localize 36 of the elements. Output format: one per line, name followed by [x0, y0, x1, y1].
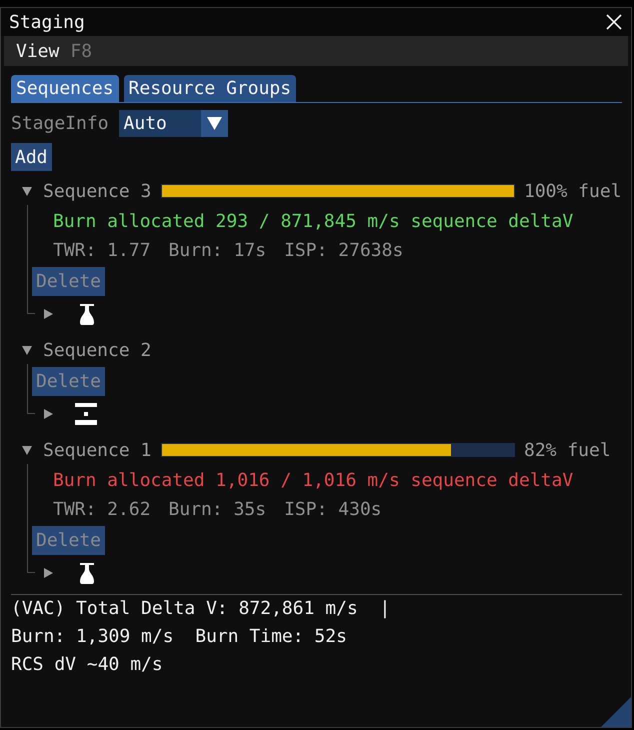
stat-text: TWR: 1.77: [53, 240, 151, 260]
stat-text: Burn: 35s: [168, 498, 266, 520]
summary-text: (VAC) Total Delta V: 872,861 m/s |: [11, 597, 392, 621]
caret-down-icon[interactable]: [22, 345, 32, 355]
fuel-reading: 82% fuel: [524, 440, 612, 460]
decoupler-icon: [75, 403, 97, 425]
tab[interactable]: Resource Groups: [124, 75, 296, 102]
stat-text: Burn: 17s: [168, 240, 266, 260]
stage-info-label: StageInfo: [11, 113, 109, 134]
tab[interactable]: Sequences: [11, 75, 119, 102]
engine-nozzle-icon: [79, 304, 95, 324]
menu-item[interactable]: View: [16, 40, 60, 62]
summary-text: Burn: 1,309 m/s Burn Time: 52s: [11, 625, 348, 649]
stat-text: TWR: 2.62: [53, 498, 151, 520]
caret-down-icon[interactable]: [22, 186, 32, 196]
stage-info-dropdown[interactable]: Auto: [118, 110, 228, 137]
close-icon: [606, 14, 622, 30]
summary-text: RCS dV ~40 m/s: [11, 653, 164, 677]
caret-right-icon[interactable]: [43, 409, 53, 419]
caret-right-icon[interactable]: [43, 309, 53, 319]
window-title: Staging: [9, 12, 85, 32]
stat-text: ISP: 430s: [284, 498, 382, 520]
sequence-name[interactable]: Sequence 2: [43, 340, 152, 360]
fuel-reading: 100% fuel: [524, 180, 622, 202]
burn-allocation-text: Burn allocated 1,016 / 1,016 m/s sequence deltaV: [53, 469, 574, 493]
caret-down-icon[interactable]: [22, 445, 32, 455]
close-button[interactable]: [606, 14, 622, 30]
add-button[interactable]: Add: [11, 143, 52, 171]
engine-nozzle-icon: [79, 562, 95, 584]
sequence-name[interactable]: Sequence 3: [43, 180, 152, 202]
sequence-name[interactable]: Sequence 1: [43, 440, 152, 460]
shortcut-hint: F8: [70, 40, 92, 62]
caret-right-icon[interactable]: [43, 568, 53, 578]
burn-allocation-text: Burn allocated 293 / 871,845 m/s sequence deltaV: [53, 210, 574, 234]
resize-grip[interactable]: [601, 697, 631, 727]
stat-text: ISP: 27638s: [284, 240, 404, 260]
